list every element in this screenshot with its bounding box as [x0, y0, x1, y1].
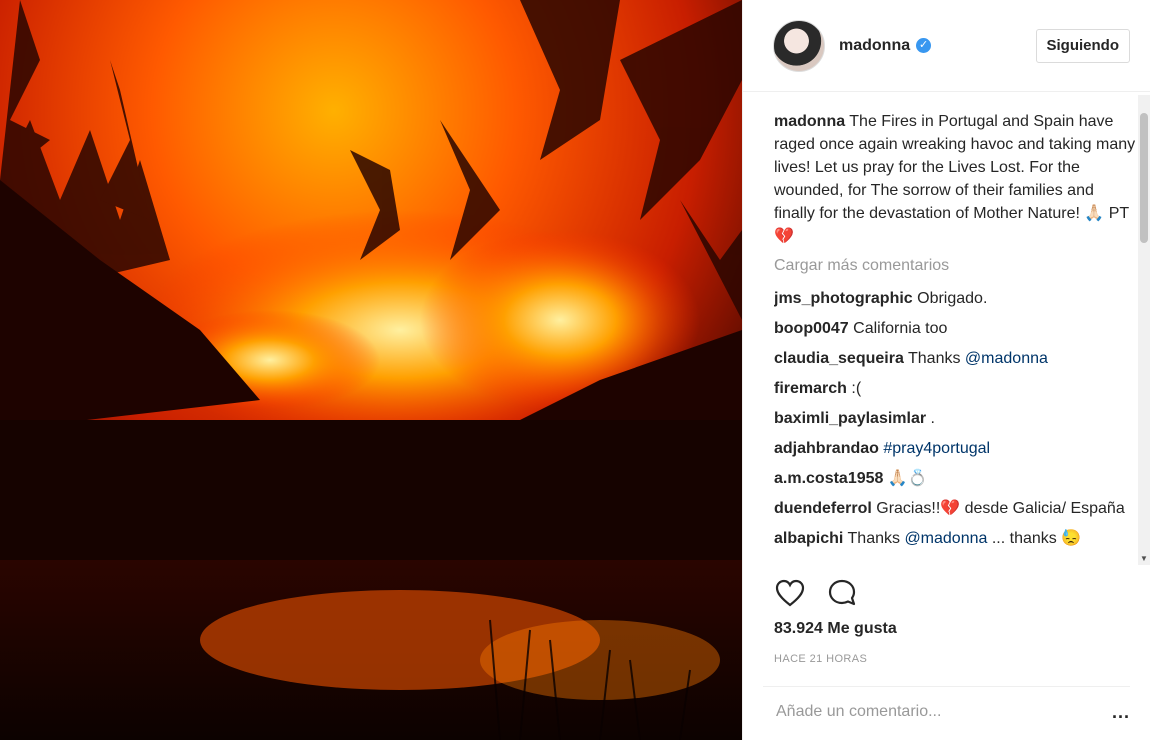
comment-item: duendeferrol Gracias!!💔 desde Galicia/ E…: [774, 497, 1136, 520]
comment-text: California too: [848, 320, 948, 337]
comment-item: firemarch :(: [774, 377, 1136, 400]
more-options-icon[interactable]: ...: [1112, 702, 1130, 723]
comment-username[interactable]: boop0047: [774, 320, 849, 337]
comment-item: albapichi Thanks @madonna ... thanks 😓: [774, 527, 1136, 550]
post-actions: [773, 576, 859, 610]
post-timestamp[interactable]: HACE 21 HORAS: [774, 653, 867, 665]
mention-link[interactable]: @madonna: [965, 350, 1048, 367]
instagram-post-view: madonna ✓ Siguiendo madonna The Fires in…: [0, 0, 1150, 740]
header-username[interactable]: madonna: [839, 37, 910, 55]
comment-text-tail: ... thanks 😓: [987, 530, 1082, 547]
load-more-comments-link[interactable]: Cargar más comentarios: [774, 254, 1136, 277]
likes-count[interactable]: 83.924 Me gusta: [774, 620, 897, 638]
comment-item: adjahbrandao #pray4portugal: [774, 437, 1136, 460]
post-sidebar: madonna ✓ Siguiendo madonna The Fires in…: [742, 0, 1150, 740]
comments-list: madonna The Fires in Portugal and Spain …: [774, 110, 1136, 565]
comment-input[interactable]: [774, 702, 1112, 722]
comment-item: a.m.costa1958 🙏🏻💍: [774, 467, 1136, 490]
comment-item: jms_photographic Obrigado.: [774, 287, 1136, 310]
comment-username[interactable]: a.m.costa1958: [774, 470, 883, 487]
comment-text: Thanks: [903, 350, 965, 367]
scroll-down-arrow-icon[interactable]: ▼: [1140, 554, 1148, 563]
heart-icon[interactable]: [773, 576, 807, 610]
caption-username[interactable]: madonna: [774, 113, 845, 130]
comment-username[interactable]: albapichi: [774, 530, 843, 547]
comment-item: claudia_sequeira Thanks @madonna: [774, 347, 1136, 370]
comment-text: 🙏🏻💍: [883, 470, 928, 487]
comment-item: baximli_paylasimlar .: [774, 407, 1136, 430]
comment-username[interactable]: claudia_sequeira: [774, 350, 904, 367]
comment-item: boop0047 California too: [774, 317, 1136, 340]
caption-text: The Fires in Portugal and Spain have rag…: [774, 113, 1136, 245]
comment-username[interactable]: firemarch: [774, 380, 847, 397]
comment-text: Gracias!!💔 desde Galicia/ España: [871, 500, 1125, 517]
comment-username[interactable]: jms_photographic: [774, 290, 913, 307]
post-header: madonna ✓ Siguiendo: [743, 0, 1150, 92]
comment-username[interactable]: duendeferrol: [774, 500, 872, 517]
comment-text: Obrigado.: [912, 290, 988, 307]
following-button[interactable]: Siguiendo: [1035, 28, 1130, 63]
comment-username[interactable]: adjahbrandao: [774, 440, 879, 457]
comment-bubble-icon[interactable]: [825, 576, 859, 610]
add-comment-bar: ...: [763, 686, 1130, 737]
comment-text: Thanks: [843, 530, 905, 547]
avatar[interactable]: [773, 19, 825, 72]
caption: madonna The Fires in Portugal and Spain …: [774, 110, 1136, 248]
comments-scrollbar[interactable]: ▼: [1138, 95, 1150, 565]
comment-text: :(: [846, 380, 862, 397]
mention-link[interactable]: @madonna: [904, 530, 987, 547]
comment-username[interactable]: baximli_paylasimlar: [774, 410, 926, 427]
verified-badge-icon: ✓: [916, 38, 932, 53]
scrollbar-thumb[interactable]: [1140, 113, 1148, 243]
hashtag-link[interactable]: #pray4portugal: [883, 440, 990, 457]
comment-text: .: [926, 410, 935, 427]
post-image: [0, 0, 742, 740]
